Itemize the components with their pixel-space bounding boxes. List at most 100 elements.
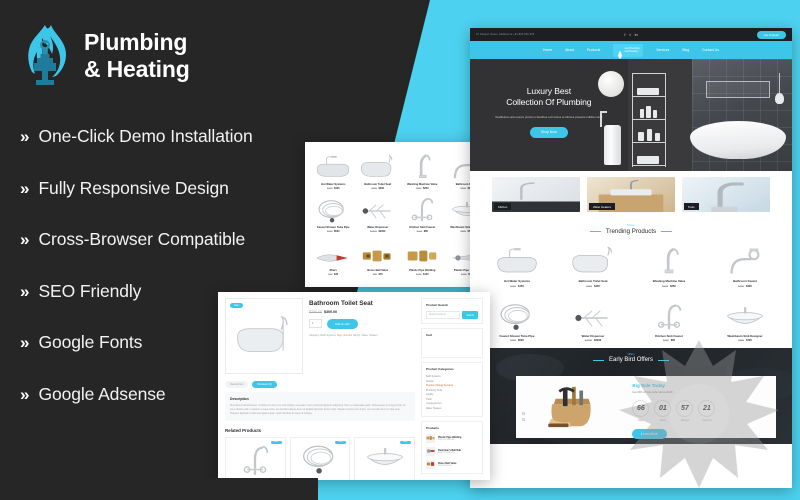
description-heading: Description	[230, 397, 249, 401]
feature-label: Google Adsense	[38, 383, 166, 404]
sale-badge: Sale!	[335, 440, 347, 445]
category-card-kitchen[interactable]: Kitchen	[492, 177, 580, 212]
get-a-quote-button[interactable]: Get A Quote	[756, 30, 786, 39]
tab-description[interactable]: Description	[225, 381, 249, 388]
quantity-input[interactable]: 1	[309, 319, 322, 328]
category-list-item[interactable]: Water Heaters	[426, 407, 478, 412]
product-card[interactable]: Washbasin Sink Designer $850 $700	[708, 295, 782, 345]
product-card[interactable]: Faucet Shower Tube Pipe $750 $500	[480, 295, 554, 345]
product-card[interactable]: Kitchen Sink Faucet $100 $85	[632, 295, 706, 345]
product-gallery[interactable]: Sale!	[225, 298, 303, 374]
product-card[interactable]: Bathroom Toilet Seat $350 $300	[556, 240, 630, 290]
feature-label: SEO Friendly	[38, 280, 142, 301]
new-price: $85	[423, 230, 428, 233]
nav-item-products[interactable]: Products	[587, 48, 600, 52]
shop-product-card[interactable]: Water Dispenser $2500 $2000	[356, 193, 401, 236]
shower-hose-icon	[312, 196, 355, 223]
related-product-card[interactable]: Sale!	[225, 436, 286, 480]
trending-products-section: Shop Trending Products Hot Water Systems…	[470, 218, 792, 348]
new-price: $150	[334, 187, 340, 190]
faucet-icon	[401, 153, 444, 180]
product-card[interactable]: Bathroom Faucet $400 $390	[708, 240, 782, 290]
old-price: $90	[372, 273, 377, 276]
feature-label: Cross-Browser Compatible	[38, 229, 246, 249]
nav-item-about[interactable]: About	[565, 48, 574, 52]
bottom-dark-strip	[0, 478, 318, 500]
new-price: $500	[518, 339, 524, 342]
shop-product-price: $180 $140	[401, 273, 444, 276]
description-text: Duis dictum blandit laoreet. Curabitur s…	[230, 404, 406, 415]
shop-product-card[interactable]: Brass Ball Valve $90 $70	[356, 236, 401, 279]
category-card-water-heaters[interactable]: Water Heaters	[587, 177, 675, 212]
sidebar-product-item[interactable]: Plastic Pipe Welding $180.00 $140.00	[426, 433, 478, 443]
divider-dash	[593, 359, 605, 361]
nav-item-contact-us[interactable]: Contact Us	[702, 48, 719, 52]
shop-product-price: $60 $45	[312, 273, 355, 276]
old-price: $400	[738, 284, 744, 288]
nav-item-blog[interactable]: Blog	[682, 48, 689, 52]
description-panel: Description Duis dictum blandit laoreet.…	[225, 392, 415, 421]
nav-item-home[interactable]: Home	[543, 48, 552, 52]
sidebar-product-price: $200.00 $150.00	[438, 451, 455, 454]
countdown-unit: 66 Days	[632, 399, 650, 422]
category-card-tools[interactable]: Tools	[682, 177, 770, 212]
search-button[interactable]: Search	[462, 311, 478, 319]
product-title: Bathroom Toilet Seat	[309, 300, 373, 307]
countdown-label: Seconds	[702, 418, 712, 422]
shop-product-name: Washing Machine Valve	[407, 183, 438, 186]
add-to-cart-button[interactable]: Add to cart	[327, 318, 358, 329]
shop-product-price: $2500 $2000	[357, 230, 400, 233]
new-price: $85	[670, 339, 676, 342]
product-categories-widget: Product Categories Bath Systems Kitchen …	[421, 362, 483, 417]
sidebar-product-item[interactable]: Brass Ball Valve $90.00 $70.00	[426, 459, 478, 469]
old-price: $60	[328, 273, 333, 276]
shop-product-card[interactable]: Faucet Shower Tube Pipe $750 $500	[311, 193, 356, 236]
linkedin-icon[interactable]: in	[635, 32, 638, 37]
detail-main-column: Sale! Bathroom Toilet Seat $350.00 $300.0…	[225, 298, 415, 480]
site-logo-line2: and Heating	[624, 50, 638, 53]
product-price: $400 $390	[709, 285, 781, 288]
shop-product-card[interactable]: Plastic Pipe Welding $180 $140	[400, 236, 445, 279]
product-name: Washbasin Sink Designer	[727, 333, 763, 338]
shop-product-card[interactable]: Kitchen Sink Faucet $100 $85	[400, 193, 445, 236]
wall-faucet-icon	[709, 242, 781, 276]
product-card[interactable]: Water Dispenser $2500 $2000	[556, 295, 630, 345]
topbar-contact-info: 47 Subject Street, Melbourne +61 800 350…	[476, 33, 535, 36]
learn-more-button[interactable]: Learn More	[632, 428, 667, 439]
shop-product-card[interactable]: Bathroom Toilet Seat $350 $300	[356, 150, 401, 193]
old-price: $300	[662, 284, 668, 288]
related-product-card[interactable]: Sale!	[289, 436, 351, 480]
shop-product-price: $750 $500	[312, 230, 355, 233]
shop-product-card[interactable]: Pliers $60 $45	[311, 236, 356, 279]
old-price: $350.00	[309, 309, 322, 314]
tool-bag-photo	[516, 376, 630, 438]
carousel-dots[interactable]	[522, 409, 525, 424]
related-product-card[interactable]: Sale!	[354, 436, 415, 480]
countdown-unit: 01 Hours	[654, 399, 672, 422]
new-price: $2000	[594, 339, 602, 342]
slipper-bathtub-icon	[557, 242, 629, 276]
shop-now-button[interactable]: Shop Now	[530, 126, 568, 138]
countdown-label: Minutes	[680, 418, 690, 422]
social-icons[interactable]: f t in	[624, 32, 638, 37]
sidebar-product-item[interactable]: Dushman's Ball Ball $200.00 $150.00	[426, 446, 478, 456]
twitter-icon[interactable]: t	[629, 32, 630, 37]
facebook-icon[interactable]: f	[624, 32, 625, 37]
countdown-value: 21	[698, 399, 716, 417]
product-card[interactable]: Hot Water Systems $200 $150	[480, 240, 554, 290]
detail-body: Sale! Bathroom Toilet Seat $350.00 $300.0…	[218, 292, 490, 480]
shop-product-card[interactable]: Hot Water Systems $200 $150	[311, 150, 356, 193]
product-card[interactable]: Washing Machine Valve $300 $250	[632, 240, 706, 290]
countdown-timer: 66 Days 01 Hours 57 Minutes 21 Seconds	[632, 399, 771, 422]
search-input[interactable]: Search products...	[426, 311, 461, 319]
old-price: $350	[371, 187, 377, 190]
shop-product-card[interactable]: Washing Machine Valve $300 $250	[400, 150, 445, 193]
category-label: Tools	[684, 203, 699, 210]
site-logo[interactable]: Ae1 Plumbing and Heating	[613, 43, 644, 59]
washbasin-icon	[366, 447, 404, 465]
nav-item-services[interactable]: Services	[656, 48, 669, 52]
tab-reviews[interactable]: Reviews (0)	[252, 381, 277, 388]
water-dispenser-icon	[557, 297, 629, 331]
water-dispenser-icon	[357, 196, 400, 223]
old-price: $2500	[370, 230, 377, 233]
